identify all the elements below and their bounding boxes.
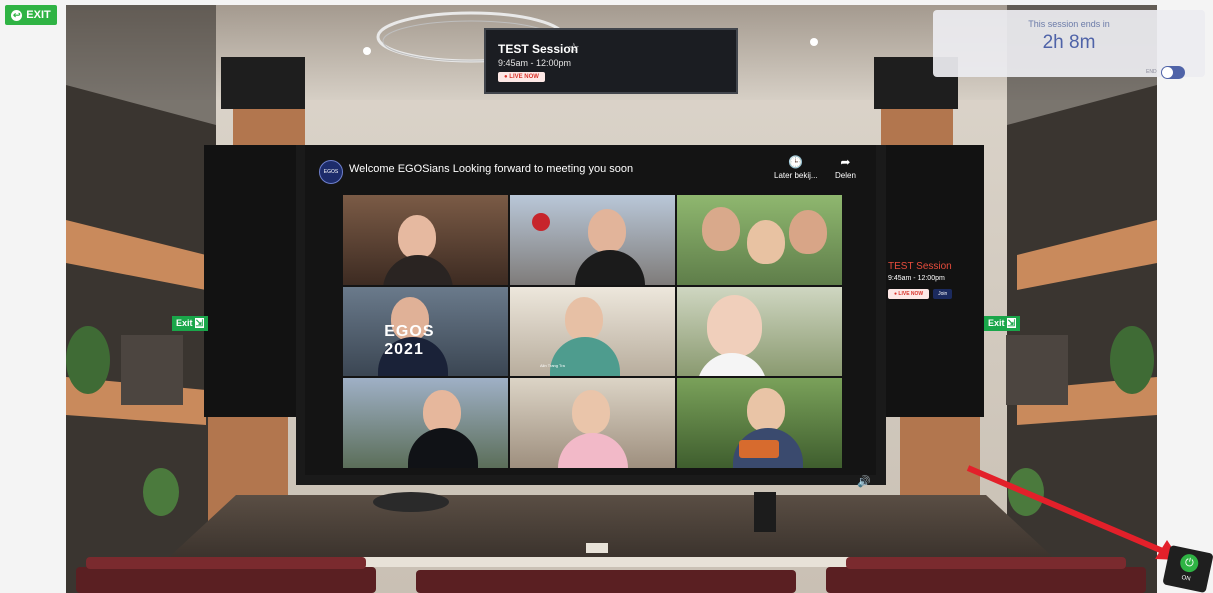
- running-man-icon: ⇲: [194, 318, 205, 328]
- share-label: Delen: [835, 171, 856, 180]
- video-grid: EGOS 2021 Alin Trang Tra: [343, 195, 842, 468]
- countdown-panel: This session ends in 2h 8m END: [933, 10, 1205, 79]
- countdown-label: This session ends in: [1028, 19, 1110, 29]
- video-tile: [510, 195, 675, 285]
- sign: [532, 213, 550, 231]
- exit-sign-left: Exit ⇲: [172, 316, 209, 331]
- end-toggle-label: END: [1146, 69, 1157, 75]
- toggle-knob: [1162, 67, 1173, 78]
- exit-icon: ↩: [11, 9, 23, 21]
- top-session-time: 9:45am - 12:00pm: [498, 58, 572, 68]
- watch-later-label: Later bekij...: [774, 171, 818, 180]
- join-button[interactable]: Join: [933, 289, 953, 299]
- live-now-badge: ● LIVE NOW: [498, 72, 545, 82]
- exit-button-label: EXIT: [26, 9, 51, 21]
- channel-logo[interactable]: EGOS: [319, 160, 343, 184]
- exit-sign-right: Exit ⇲: [984, 316, 1021, 331]
- video-tile: [677, 195, 842, 285]
- on-label: ON: [1180, 574, 1191, 583]
- end-toggle[interactable]: [1161, 66, 1185, 79]
- clock-icon: 🕒: [788, 155, 804, 169]
- side-live-badge: ● LIVE NOW: [888, 289, 930, 299]
- tile-name-label: Alin Trang Tra: [540, 362, 565, 368]
- red-arrow-annotation: [966, 465, 1180, 560]
- countdown-value: 2h 8m: [1042, 32, 1096, 53]
- video-tile: [677, 378, 842, 468]
- top-session-title: TEST Session: [498, 42, 579, 56]
- share-button[interactable]: ➦ Delen: [835, 155, 856, 180]
- video-tile: [343, 378, 508, 468]
- star-icon[interactable]: ☆: [568, 40, 580, 56]
- video-tile: Alin Trang Tra: [510, 286, 675, 377]
- video-tile: EGOS 2021: [343, 286, 508, 377]
- on-widget[interactable]: ⏻ ON: [1162, 544, 1213, 593]
- food-tray: [739, 440, 779, 459]
- volume-icon[interactable]: 🔊: [857, 475, 871, 488]
- video-tile: [343, 195, 508, 285]
- running-man-icon: ⇲: [1006, 318, 1017, 328]
- person: [398, 215, 436, 259]
- video-tile: [677, 286, 842, 377]
- top-session-banner[interactable]: TEST Session ☆ 9:45am - 12:00pm ● LIVE N…: [484, 28, 738, 94]
- video-title[interactable]: Welcome EGOSians Looking forward to meet…: [349, 163, 633, 175]
- side-session-title: TEST Session: [888, 261, 952, 272]
- share-icon: ➦: [840, 155, 851, 169]
- side-session-time: 9:45am - 12:00pm: [888, 275, 945, 282]
- watch-later-button[interactable]: 🕒 Later bekij...: [774, 155, 818, 180]
- video-player[interactable]: EGOS Welcome EGOSians Looking forward to…: [305, 145, 876, 488]
- video-tile: [510, 378, 675, 468]
- exit-button[interactable]: ↩ EXIT: [5, 5, 57, 25]
- power-icon: ⏻: [1178, 552, 1200, 574]
- tile-caption: EGOS 2021: [384, 322, 435, 358]
- side-session-card[interactable]: TEST Session 9:45am - 12:00pm ● LIVE NOW…: [888, 255, 982, 310]
